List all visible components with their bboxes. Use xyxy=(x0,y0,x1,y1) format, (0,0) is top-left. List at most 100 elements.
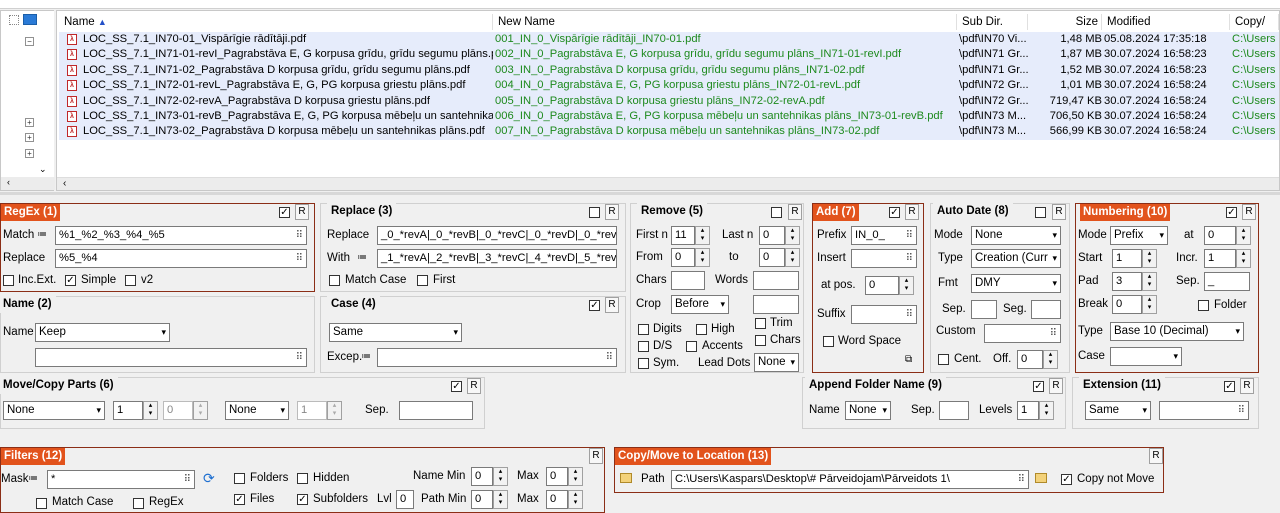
movecopy-enable-checkbox[interactable]: ✓ xyxy=(451,381,462,392)
num-at-spinner[interactable]: ▴ ▾ xyxy=(1236,226,1251,245)
file-row[interactable]: λ LOC_SS_7.1_IN71-01-revI_Pagrabstāva E, … xyxy=(59,47,1279,63)
filter-regex-checkbox[interactable] xyxy=(133,498,144,509)
with-input[interactable]: _1_*revA|_2_*revB|_3_*revC|_4_*revD|_5_*… xyxy=(377,249,617,268)
folders-checkbox[interactable] xyxy=(234,473,245,484)
high-checkbox[interactable] xyxy=(696,324,707,335)
break-input[interactable]: 0 xyxy=(1112,295,1142,314)
start-input[interactable]: 1 xyxy=(1112,249,1142,268)
subfolders-checkbox[interactable]: ✓ xyxy=(297,494,308,505)
file-row[interactable]: λ LOC_SS_7.1_IN73-01-revB_Pagrabstāva E, … xyxy=(59,109,1279,125)
path-max-spinner[interactable]: ▴ ▾ xyxy=(568,490,583,509)
name-max-input[interactable]: 0 xyxy=(546,467,568,486)
crop-select[interactable]: Before ▾ xyxy=(671,295,729,314)
splitter[interactable] xyxy=(0,192,1280,195)
autodate-reset-button[interactable]: R xyxy=(1052,204,1066,220)
copymove-reset-button[interactable]: R xyxy=(1149,448,1163,464)
last-n-spinner[interactable]: ▴ ▾ xyxy=(785,226,800,245)
col-header-name[interactable]: Name ▲ xyxy=(59,14,493,30)
file-row[interactable]: λ LOC_SS_7.1_IN72-01-revL_Pagrabstāva E, … xyxy=(59,78,1279,94)
date-fmt-select[interactable]: DMY ▾ xyxy=(971,274,1061,293)
movecopy-reset-button[interactable]: R xyxy=(467,378,481,394)
list-icon[interactable]: ≔ xyxy=(28,473,38,484)
numbering-reset-button[interactable]: R xyxy=(1242,204,1256,220)
remove-enable-checkbox[interactable] xyxy=(771,207,782,218)
off-input[interactable]: 0 xyxy=(1017,350,1043,369)
browse-folder-icon[interactable] xyxy=(1035,473,1047,483)
af-levels-input[interactable]: 1 xyxy=(1017,401,1039,420)
name-select[interactable]: Keep ▾ xyxy=(35,323,170,342)
appendfolder-enable-checkbox[interactable]: ✓ xyxy=(1033,381,1044,392)
break-spinner[interactable]: ▴ ▾ xyxy=(1142,295,1157,314)
movecopy-c-input[interactable]: 0 xyxy=(163,401,193,420)
file-row[interactable]: λ LOC_SS_7.1_IN70-01_Vispārīgie rādītāji.… xyxy=(59,32,1279,48)
from-spinner[interactable]: ▴ ▾ xyxy=(695,248,710,267)
list-icon[interactable]: ≔ xyxy=(357,252,367,263)
file-row[interactable]: λ LOC_SS_7.1_IN71-02_Pagrabstāva D korpus… xyxy=(59,62,1279,79)
movecopy-e-spinner[interactable]: ▴ ▾ xyxy=(327,401,342,420)
path-min-input[interactable]: 0 xyxy=(471,490,493,509)
last-n-input[interactable]: 0 xyxy=(759,226,785,245)
word-space-checkbox[interactable] xyxy=(823,336,834,347)
name-max-spinner[interactable]: ▴ ▾ xyxy=(568,467,583,486)
remove-reset-button[interactable]: R xyxy=(788,204,802,220)
col-header-copy[interactable]: Copy/ xyxy=(1230,14,1279,30)
path-min-spinner[interactable]: ▴ ▾ xyxy=(493,490,508,509)
add-reset-button[interactable]: R xyxy=(905,204,919,220)
date-seg-input[interactable] xyxy=(1031,300,1061,319)
tree-expand-icon[interactable]: + xyxy=(25,149,34,158)
af-name-select[interactable]: None ▾ xyxy=(845,401,891,420)
num-type-select[interactable]: Base 10 (Decimal) ▾ xyxy=(1110,322,1244,341)
match-case-checkbox[interactable] xyxy=(329,275,340,286)
filters-reset-button[interactable]: R xyxy=(589,448,603,464)
file-list[interactable]: Name ▲ New Name Sub Dir. Size Modified C… xyxy=(56,10,1280,191)
regex-reset-button[interactable]: R xyxy=(295,204,309,220)
insert-input[interactable]: ⠿ xyxy=(851,249,917,268)
name-min-input[interactable]: 0 xyxy=(471,467,493,486)
pad-spinner[interactable]: ▴ ▾ xyxy=(1142,272,1157,291)
at-pos-input[interactable]: 0 xyxy=(865,276,899,295)
custom-input[interactable]: ⠿ xyxy=(984,324,1061,343)
movecopy-d-select[interactable]: None ▾ xyxy=(225,401,289,420)
case-select[interactable]: Same ▾ xyxy=(329,323,462,342)
replace-reset-button[interactable]: R xyxy=(605,204,619,220)
tree-expand-icon[interactable]: + xyxy=(25,133,34,142)
from-input[interactable]: 0 xyxy=(671,248,695,267)
name-text-input[interactable]: ⠿ xyxy=(35,348,307,367)
incr-spinner[interactable]: ▴ ▾ xyxy=(1236,249,1251,268)
cent-checkbox[interactable] xyxy=(938,354,949,365)
first-n-input[interactable]: 11 xyxy=(671,226,695,245)
extension-enable-checkbox[interactable]: ✓ xyxy=(1224,381,1235,392)
tree-expand-icon[interactable]: + xyxy=(25,118,34,127)
extension-reset-button[interactable]: R xyxy=(1240,378,1254,394)
incr-input[interactable]: 1 xyxy=(1204,249,1236,268)
expand-icon[interactable]: ⧉ xyxy=(905,354,912,365)
chars2-checkbox[interactable] xyxy=(755,335,766,346)
lvl-input[interactable]: 0 xyxy=(396,490,414,509)
simple-checkbox[interactable]: ✓ xyxy=(65,275,76,286)
tree-expand-icon[interactable]: − xyxy=(25,37,34,46)
path-input[interactable]: C:\Users\Kaspars\Desktop\# Pārveidojam\P… xyxy=(671,470,1029,489)
sym-checkbox[interactable] xyxy=(638,358,649,369)
pad-input[interactable]: 3 xyxy=(1112,272,1142,291)
num-at-input[interactable]: 0 xyxy=(1204,226,1236,245)
file-row[interactable]: λ LOC_SS_7.1_IN72-02-revA_Pagrabstāva D k… xyxy=(59,93,1279,109)
crop-text-input[interactable] xyxy=(753,295,799,314)
lead-dots-select[interactable]: None ▾ xyxy=(754,353,799,372)
to-input[interactable]: 0 xyxy=(759,248,785,267)
replace-enable-checkbox[interactable] xyxy=(589,207,600,218)
folder-tree[interactable]: − + + + ⌄ ‹ xyxy=(0,10,55,191)
trim-checkbox[interactable] xyxy=(755,318,766,329)
col-header-subdir[interactable]: Sub Dir. xyxy=(957,14,1028,30)
col-header-new-name[interactable]: New Name xyxy=(493,14,957,30)
col-header-modified[interactable]: Modified xyxy=(1102,14,1230,30)
ds-checkbox[interactable] xyxy=(638,341,649,352)
refresh-icon[interactable]: ⟳ xyxy=(203,470,215,487)
regex-match-input[interactable]: %1_%2_%3_%4_%5 ⠿ xyxy=(55,226,307,245)
incext-checkbox[interactable] xyxy=(3,275,14,286)
prefix-input[interactable]: IN_0_ ⠿ xyxy=(851,226,917,245)
first-n-spinner[interactable]: ▴ ▾ xyxy=(695,226,710,245)
horizontal-scrollbar[interactable]: ‹ xyxy=(57,177,1279,190)
date-sep-input[interactable] xyxy=(971,300,997,319)
mask-input[interactable]: * ⠿ xyxy=(47,470,195,489)
accents-checkbox[interactable] xyxy=(686,341,697,352)
